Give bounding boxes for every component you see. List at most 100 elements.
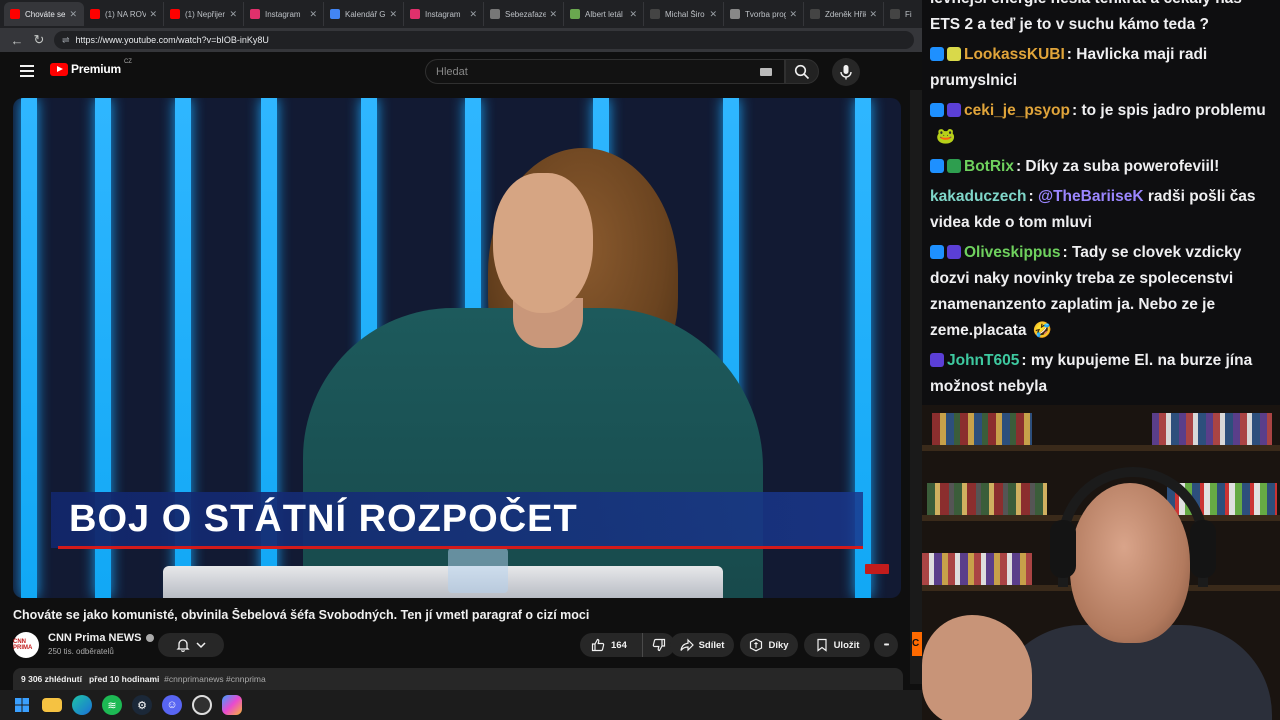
browser-tab[interactable]: (1) Nepřijer ✕ [164, 2, 244, 26]
windows-start-icon[interactable] [12, 695, 32, 715]
windows-taskbar: ≋ ⚙ ☺ [0, 690, 922, 720]
tab-close-icon[interactable]: ✕ [69, 9, 77, 20]
search-button[interactable] [785, 59, 819, 84]
hashtags[interactable]: #cnnprimanews #cnnprima [164, 674, 266, 684]
browser-tab[interactable]: Albert letál ✕ [564, 2, 644, 26]
spotify-icon[interactable]: ≋ [102, 695, 122, 715]
bookshelf [922, 445, 1280, 451]
channel-row: CNN PRIMA CNN Prima NEWS 250 tis. odběra… [13, 630, 903, 660]
tab-title: Michal Širo [665, 9, 705, 19]
keyboard-icon[interactable] [760, 68, 772, 76]
more-actions-button[interactable]: ••• [874, 633, 898, 657]
channel-name[interactable]: CNN Prima NEWS [48, 632, 142, 644]
thanks-button[interactable]: Díky [740, 633, 798, 657]
voice-search-button[interactable] [832, 58, 860, 86]
tab-title: Instagram [265, 9, 301, 19]
tab-close-icon[interactable]: ✕ [469, 9, 477, 20]
tab-close-icon[interactable]: ✕ [229, 9, 237, 20]
address-bar[interactable]: ⇌ https://www.youtube.com/watch?v=bIOB-i… [54, 31, 914, 49]
chat-username[interactable]: kakaduczech [930, 188, 1027, 205]
share-icon [679, 638, 694, 652]
search-input[interactable] [436, 65, 756, 78]
chat-separator: : [1021, 352, 1031, 369]
logo-brand-text: Premium [71, 62, 121, 76]
tab-close-icon[interactable]: ✕ [149, 9, 157, 20]
steam-icon[interactable]: ⚙ [132, 695, 152, 715]
view-count: 9 306 zhlédnutí [21, 674, 82, 684]
tab-favicon-icon [10, 9, 20, 19]
streamer-webcam [922, 405, 1280, 720]
super-thanks-icon [750, 638, 763, 652]
obs-icon[interactable] [192, 695, 212, 715]
save-label: Uložit [833, 639, 860, 651]
chat-badge-icon [930, 245, 944, 259]
tab-close-icon[interactable]: ✕ [709, 9, 717, 20]
copilot-icon[interactable] [222, 695, 242, 715]
channel-name-wrap[interactable]: CNN Prima NEWS [48, 632, 154, 644]
browser-tab[interactable]: Instagram ✕ [244, 2, 324, 26]
browser-tab[interactable]: Instagram ✕ [404, 2, 484, 26]
chat-message: BotRix: Díky za suba powerofeviil! [930, 152, 1272, 182]
browser-tab[interactable]: Sebezafaze ✕ [484, 2, 564, 26]
chat-username[interactable]: BotRix [964, 158, 1014, 175]
tab-title: Sebezafaze [505, 9, 547, 19]
browser-tab[interactable]: Zdeněk Hřik ✕ [804, 2, 884, 26]
tab-title: Chováte se [25, 9, 66, 19]
file-explorer-icon[interactable] [42, 698, 62, 712]
more-icon: ••• [883, 641, 889, 649]
chat-badge-icon [930, 47, 944, 61]
books [922, 553, 1032, 585]
back-button[interactable]: ← [6, 33, 28, 48]
streamer-hand [922, 615, 1032, 720]
tab-title: Tvorba prog [745, 9, 787, 19]
chat-separator: : [1028, 188, 1038, 205]
browser-tab[interactable]: Tvorba prog ✕ [724, 2, 804, 26]
description-box[interactable]: 9 306 zhlédnutí před 10 hodinami #cnnpri… [13, 668, 903, 690]
chat-separator: : [1062, 244, 1072, 261]
menu-icon[interactable] [20, 65, 34, 77]
tab-title: (1) Nepřijer [185, 9, 226, 19]
chat-username[interactable]: LookassKUBI [964, 46, 1065, 63]
tab-close-icon[interactable]: ✕ [389, 9, 397, 20]
browser-tab[interactable]: Chováte se ✕ [4, 2, 84, 26]
browser-tab[interactable]: Fi✕ [884, 2, 922, 26]
chat-badge-icon [947, 47, 961, 61]
share-label: Sdílet [698, 639, 725, 651]
chevron-down-icon [195, 642, 206, 649]
chat-message: JohnT605: my kupujeme El. na burze jína … [930, 346, 1272, 402]
tab-favicon-icon [650, 9, 660, 19]
youtube-premium-logo[interactable]: Premium CZ [50, 59, 132, 76]
browser-tab[interactable]: Michal Širo ✕ [644, 2, 724, 26]
tab-close-icon[interactable]: ✕ [869, 9, 877, 20]
thumbs-down-icon [652, 638, 666, 652]
chat-username[interactable]: ceki_je_psyop [964, 102, 1070, 119]
chat-username[interactable]: Oliveskippus [964, 244, 1060, 261]
chat-mention[interactable]: @TheBariiseK [1038, 188, 1144, 205]
save-playlist-icon [816, 638, 827, 652]
subscriber-count: 250 tis. odběratelů [48, 647, 114, 656]
save-button[interactable]: Uložit [804, 633, 870, 657]
recommendation-thumbnail-edge[interactable]: C [912, 632, 922, 656]
tab-close-icon[interactable]: ✕ [309, 9, 317, 20]
books [927, 483, 1047, 515]
browser-tab[interactable]: (1) NA ROV ✕ [84, 2, 164, 26]
channel-avatar[interactable]: CNN PRIMA [13, 632, 39, 658]
upload-age: před 10 hodinami [89, 674, 160, 684]
tab-close-icon[interactable]: ✕ [549, 9, 557, 20]
tab-close-icon[interactable]: ✕ [789, 9, 797, 20]
chat-message: kakaduczech: @TheBariiseK radši pošli ča… [930, 182, 1272, 238]
chat-username[interactable]: JohnT605 [947, 352, 1019, 369]
share-button[interactable]: Sdílet [670, 633, 734, 657]
edge-icon[interactable] [72, 695, 92, 715]
reload-button[interactable]: ↻ [28, 32, 50, 48]
notification-bell-button[interactable] [158, 633, 224, 657]
like-button[interactable]: 164 [580, 633, 643, 657]
site-info-icon[interactable]: ⇌ [62, 35, 70, 46]
tab-favicon-icon [810, 9, 820, 19]
tab-close-icon[interactable]: ✕ [629, 9, 637, 20]
discord-icon[interactable]: ☺ [162, 695, 182, 715]
search-box[interactable] [425, 59, 785, 84]
video-player[interactable]: BOJ O STÁTNÍ ROZPOČET [13, 98, 901, 598]
screen: Chováte se ✕ (1) NA ROV ✕ (1) Nepřijer ✕ Insta… [0, 0, 1280, 720]
browser-tab[interactable]: Kalendář G ✕ [324, 2, 404, 26]
